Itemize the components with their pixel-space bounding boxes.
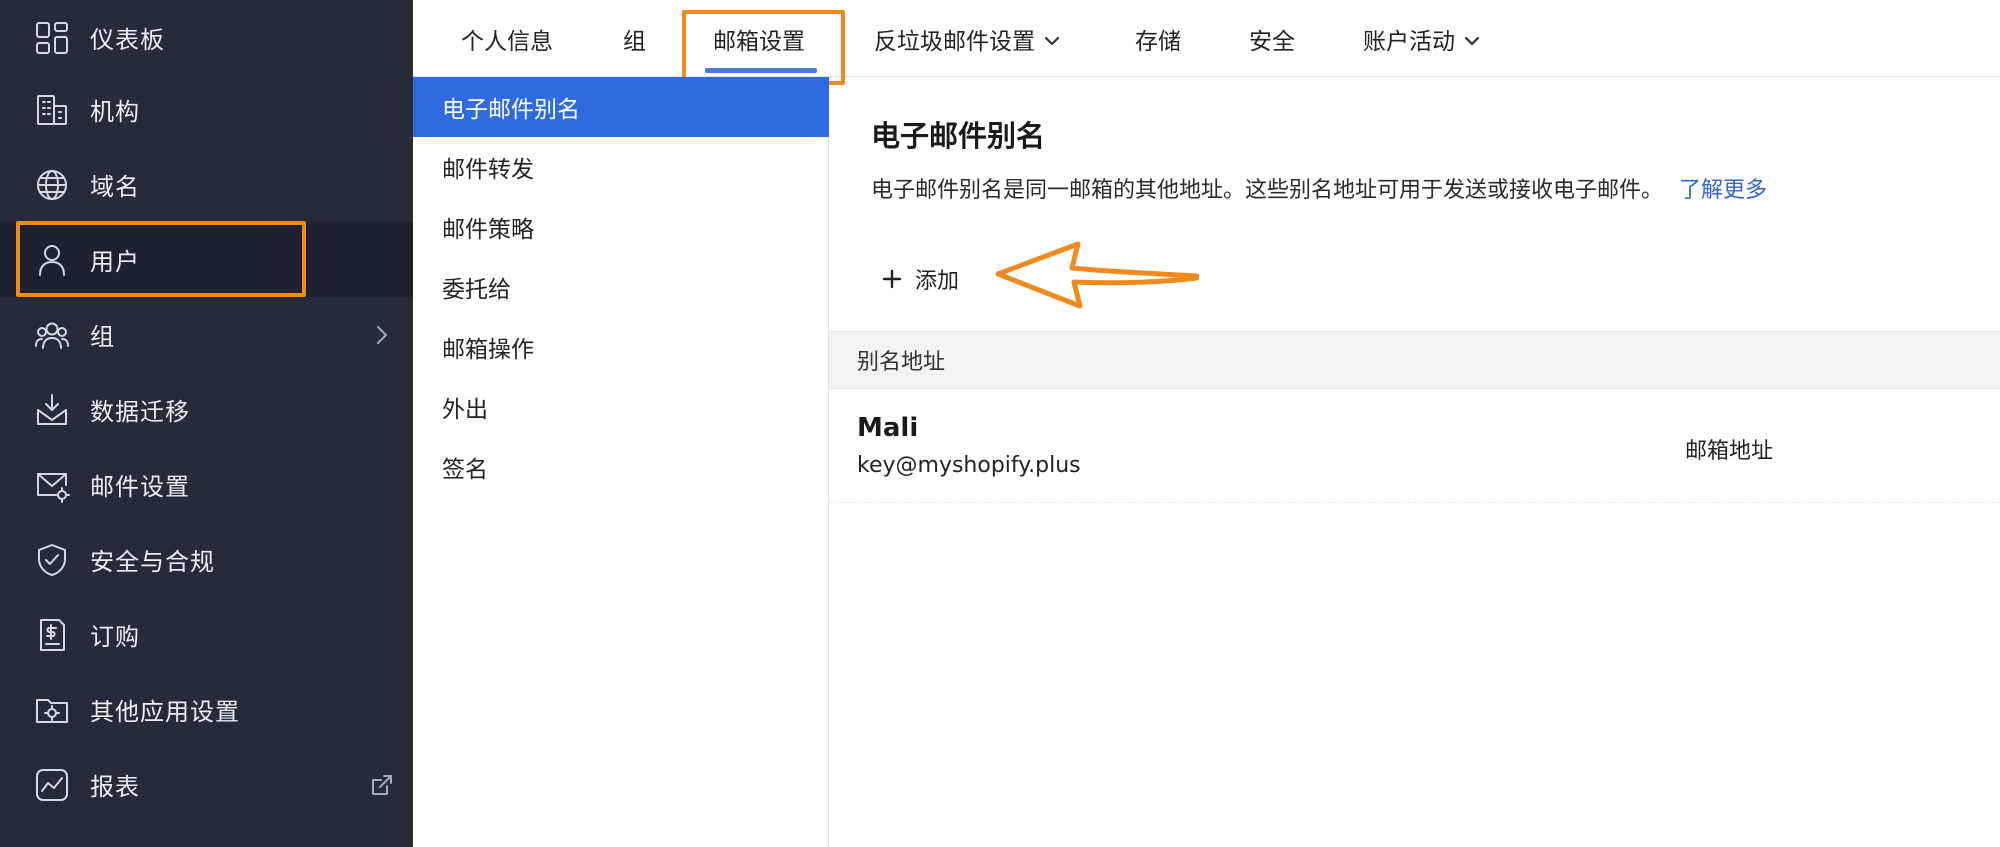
sidebar-item-label: 机构: [90, 98, 140, 126]
external-link-icon[interactable]: [369, 772, 395, 798]
sidebar-item-label: 数据迁移: [90, 398, 190, 426]
sidebar: 仪表板 机构 域名 用户 组 数据迁移 邮件设置 安全与合规 订购 其他应用设置…: [0, 0, 413, 847]
submenu-item-out-of-office[interactable]: 外出: [413, 377, 829, 437]
billing-icon: [34, 617, 70, 653]
submenu-item-label: 电子邮件别名: [442, 97, 580, 123]
add-alias-button[interactable]: 添加: [881, 257, 959, 301]
column-header-alias-address: 别名地址: [857, 350, 946, 375]
submenu-item-label: 委托给: [442, 277, 511, 303]
chevron-down-icon: [1463, 30, 1481, 48]
sidebar-item-label: 报表: [90, 773, 140, 801]
sidebar-item-other-app-settings[interactable]: 其他应用设置: [0, 672, 413, 747]
page-title: 电子邮件别名: [871, 119, 1046, 153]
submenu-item-label: 邮箱操作: [442, 337, 534, 363]
description-text: 电子邮件别名是同一邮箱的其他地址。这些别名地址可用于发送或接收电子邮件。: [871, 178, 1664, 203]
main-content: 电子邮件别名 电子邮件别名是同一邮箱的其他地址。这些别名地址可用于发送或接收电子…: [829, 77, 2000, 847]
alias-type: 邮箱地址: [1685, 439, 1774, 464]
chevron-down-icon: [1043, 30, 1061, 48]
sidebar-item-mail-settings[interactable]: 邮件设置: [0, 447, 413, 522]
submenu-item-label: 外出: [442, 397, 488, 423]
tab-personal-info[interactable]: 个人信息: [461, 0, 553, 77]
sidebar-item-label: 邮件设置: [90, 473, 190, 501]
tab-groups[interactable]: 组: [623, 0, 646, 77]
sidebar-item-label: 组: [90, 323, 115, 351]
submenu-item-label: 邮件策略: [442, 217, 534, 243]
submenu-item-email-alias[interactable]: 电子邮件别名: [413, 77, 829, 137]
app-settings-icon: [34, 692, 70, 728]
sidebar-item-users[interactable]: 用户: [0, 222, 413, 297]
tab-label: 个人信息: [461, 28, 553, 55]
chevron-right-icon: [369, 322, 395, 348]
submenu: 电子邮件别名 邮件转发 邮件策略 委托给 邮箱操作 外出 签名: [413, 77, 829, 847]
sidebar-item-label: 用户: [90, 248, 140, 276]
learn-more-link[interactable]: 了解更多: [1679, 178, 1767, 203]
submenu-item-delegate[interactable]: 委托给: [413, 257, 829, 317]
sidebar-item-subscription[interactable]: 订购: [0, 597, 413, 672]
page-description: 电子邮件别名是同一邮箱的其他地址。这些别名地址可用于发送或接收电子邮件。 了解更多: [871, 172, 1767, 204]
sidebar-item-label: 仪表板: [90, 26, 165, 54]
tab-label: 组: [623, 28, 646, 55]
submenu-item-signature[interactable]: 签名: [413, 437, 829, 497]
active-tab-underline: [705, 68, 817, 73]
tab-account-activity[interactable]: 账户活动: [1363, 0, 1481, 77]
sidebar-item-groups[interactable]: 组: [0, 297, 413, 372]
mail-settings-icon: [34, 467, 70, 503]
submenu-item-mail-policy[interactable]: 邮件策略: [413, 197, 829, 257]
user-icon: [34, 242, 70, 278]
group-icon: [34, 317, 70, 353]
sidebar-item-dashboard[interactable]: 仪表板: [0, 0, 413, 75]
tab-label: 存储: [1135, 28, 1181, 55]
alias-name: Mali: [857, 413, 919, 443]
shield-check-icon: [34, 542, 70, 578]
sidebar-item-security-compliance[interactable]: 安全与合规: [0, 522, 413, 597]
submenu-item-label: 邮件转发: [442, 157, 534, 183]
reports-icon: [34, 767, 70, 803]
table-row[interactable]: Mali key@myshopify.plus 邮箱地址: [829, 389, 2000, 503]
sidebar-item-label: 域名: [90, 173, 140, 201]
table-header: 别名地址: [829, 331, 2000, 389]
tab-label: 安全: [1249, 28, 1295, 55]
dashboard-icon: [34, 20, 70, 56]
tab-mailbox-settings[interactable]: 邮箱设置: [713, 0, 805, 77]
sidebar-item-label: 订购: [90, 623, 140, 651]
plus-icon: [881, 268, 903, 290]
sidebar-item-label: 其他应用设置: [90, 698, 240, 726]
tab-storage[interactable]: 存储: [1135, 0, 1181, 77]
tab-label: 邮箱设置: [713, 28, 805, 55]
sidebar-item-label: 安全与合规: [90, 548, 215, 576]
sidebar-item-reports[interactable]: 报表: [0, 747, 413, 822]
sidebar-item-domains[interactable]: 域名: [0, 147, 413, 222]
sidebar-item-organization[interactable]: 机构: [0, 72, 413, 147]
submenu-item-label: 签名: [442, 457, 488, 483]
add-button-label: 添加: [915, 269, 960, 294]
submenu-item-mailbox-actions[interactable]: 邮箱操作: [413, 317, 829, 377]
sidebar-item-data-migration[interactable]: 数据迁移: [0, 372, 413, 447]
tab-label: 账户活动: [1363, 28, 1455, 55]
tab-security[interactable]: 安全: [1249, 0, 1295, 77]
submenu-item-mail-forwarding[interactable]: 邮件转发: [413, 137, 829, 197]
building-icon: [34, 92, 70, 128]
tab-antispam-settings[interactable]: 反垃圾邮件设置: [874, 0, 1061, 77]
globe-icon: [34, 167, 70, 203]
alias-email: key@myshopify.plus: [857, 453, 1081, 478]
annotation-arrow-icon: [995, 241, 1199, 309]
tab-label: 反垃圾邮件设置: [874, 28, 1035, 55]
top-tabs: 个人信息 组 邮箱设置 反垃圾邮件设置 存储 安全 账户活动: [413, 0, 2000, 85]
migration-icon: [34, 392, 70, 428]
